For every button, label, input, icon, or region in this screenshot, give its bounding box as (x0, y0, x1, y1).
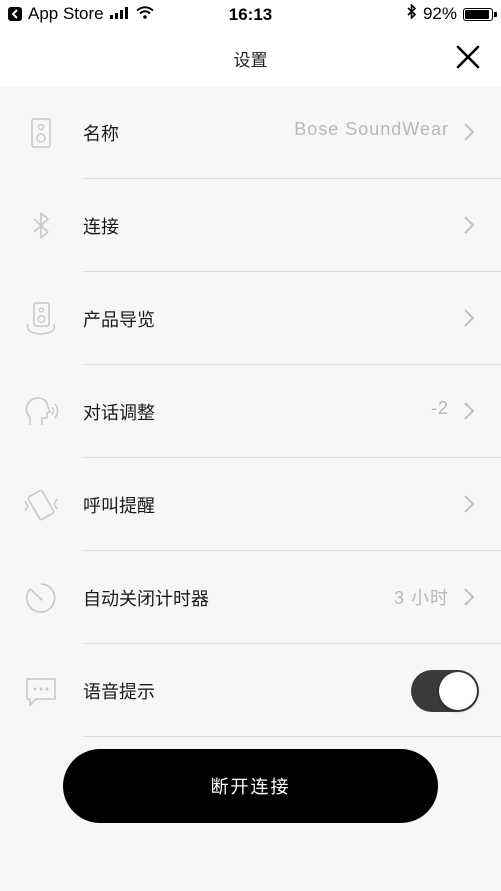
settings-row-label: 名称 (83, 124, 119, 145)
toggle-knob (439, 672, 477, 710)
settings-row-name[interactable]: 名称 Bose SoundWear (0, 86, 501, 179)
divider (83, 736, 501, 737)
settings-row-label: 产品导览 (83, 310, 155, 331)
settings-row-label: 自动关闭计时器 (83, 589, 209, 610)
page-title: 设置 (233, 51, 268, 71)
chevron-right-icon (464, 216, 475, 234)
head-voice-icon (25, 397, 59, 425)
chevron-right-icon (464, 402, 475, 420)
settings-row-label: 对话调整 (83, 403, 155, 424)
close-icon (456, 45, 480, 69)
device-name-value: Bose SoundWear (294, 119, 449, 139)
settings-row-dialogue-adjust[interactable]: 对话调整 -2 (0, 365, 501, 458)
settings-row-voice-prompts: 语音提示 (0, 644, 501, 737)
battery-fill (465, 9, 489, 19)
voice-prompts-toggle[interactable] (411, 670, 479, 712)
disconnect-button[interactable]: 断开连接 (63, 749, 438, 823)
auto-off-timer-value: 3 小时 (393, 588, 449, 608)
settings-row-label: 连接 (83, 217, 119, 238)
settings-row-label: 语音提示 (83, 682, 155, 703)
vibrate-phone-icon (24, 489, 58, 521)
dialogue-adjust-value: -2 (430, 398, 449, 418)
speaker-icon (31, 118, 51, 148)
settings-row-connection[interactable]: 连接 (0, 179, 501, 272)
settings-header: 设置 (0, 30, 501, 86)
settings-list: 名称 Bose SoundWear 连接 产品导览 对话调整 -2 呼叫提醒 自… (0, 86, 501, 737)
settings-row-label: 呼叫提醒 (83, 496, 155, 517)
chevron-right-icon (464, 588, 475, 606)
chevron-right-icon (464, 123, 475, 141)
bluetooth-status-icon (407, 3, 417, 24)
battery-icon (463, 7, 497, 21)
status-bar: App Store 16:13 92% (0, 0, 501, 30)
chevron-right-icon (464, 309, 475, 327)
timer-icon (25, 583, 56, 613)
bluetooth-icon (33, 212, 49, 239)
settings-row-call-alert[interactable]: 呼叫提醒 (0, 458, 501, 551)
product-tour-icon (26, 302, 56, 335)
close-button[interactable] (453, 42, 483, 72)
settings-row-product-tour[interactable]: 产品导览 (0, 272, 501, 365)
battery-percent: 92% (422, 4, 457, 23)
chat-bubble-icon (26, 678, 56, 706)
chevron-right-icon (464, 495, 475, 513)
settings-row-auto-off-timer[interactable]: 自动关闭计时器 3 小时 (0, 551, 501, 644)
